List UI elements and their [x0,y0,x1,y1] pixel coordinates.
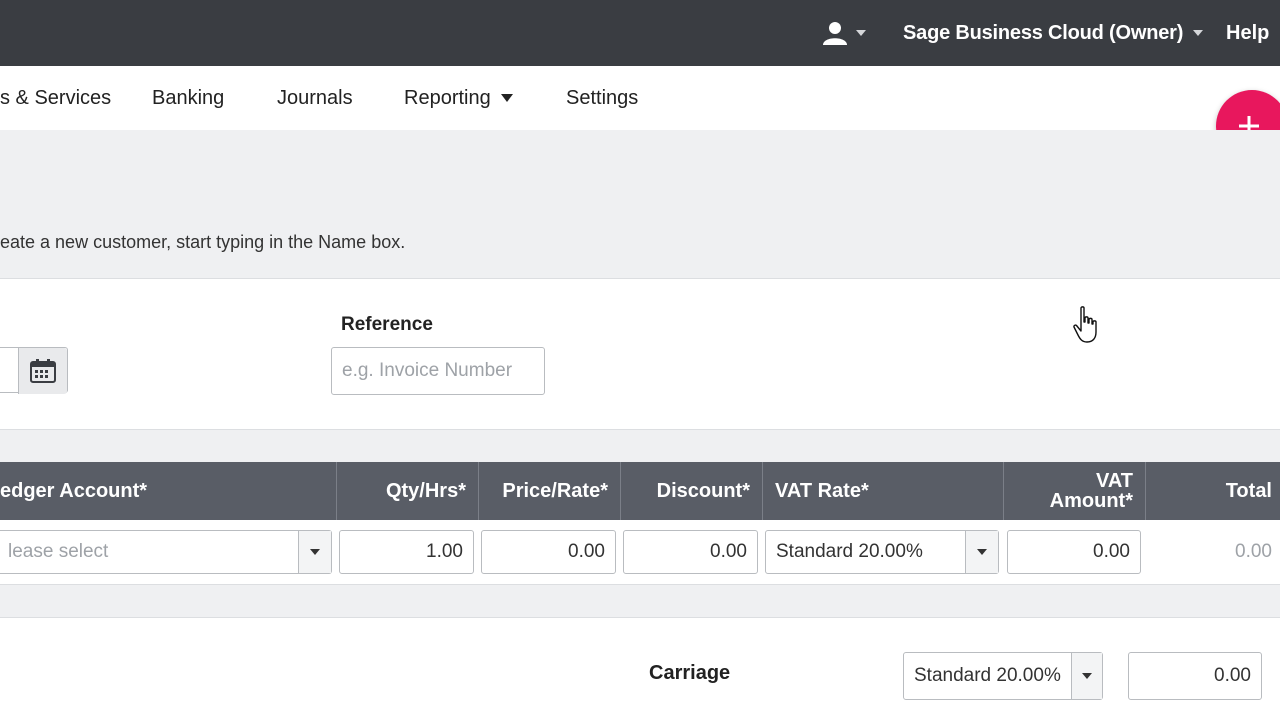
carriage-vat-rate-select[interactable]: Standard 20.00% [903,652,1103,700]
nav-item-reporting[interactable]: Reporting [404,66,513,130]
discount-input[interactable]: 0.00 [623,530,758,574]
line-items-header: edger Account* Qty/Hrs* Price/Rate* Disc… [0,462,1280,520]
price-input[interactable]: 0.00 [481,530,616,574]
chevron-down-icon [1082,673,1092,679]
column-header-vat-rate: VAT Rate* [763,462,1004,520]
vat-amount-input[interactable]: 0.00 [1007,530,1141,574]
vat-rate-dropdown-button[interactable] [965,531,998,573]
carriage-vat-rate-value: Standard 20.00% [914,665,1061,686]
account-label: Sage Business Cloud (Owner) [903,21,1184,44]
main-nav: s & Services Banking Journals Reporting … [0,66,1280,130]
column-header-discount: Discount* [621,462,763,520]
section-divider [0,430,1280,462]
customer-hint-text: eate a new customer, start typing in the… [0,232,406,252]
chevron-down-icon [977,549,987,555]
vat-rate-value: Standard 20.00% [776,541,923,562]
ledger-account-dropdown-button[interactable] [298,531,331,573]
hand-pointer-icon [1073,306,1097,343]
vat-amount-header-line1: VAT [1095,470,1133,492]
carriage-vat-dropdown-button[interactable] [1071,653,1102,699]
nav-item-journals[interactable]: Journals [277,66,353,130]
chevron-down-icon [500,94,513,102]
chevron-down-icon [856,30,866,36]
qty-input[interactable]: 1.00 [339,530,474,574]
chevron-down-icon [310,549,320,555]
column-header-vat-amount: VAT Amount* [1004,462,1146,520]
account-menu[interactable]: Sage Business Cloud (Owner) [903,18,1204,48]
user-icon [823,22,847,45]
nav-item-products-services[interactable]: s & Services [0,66,111,130]
column-header-ledger-account: edger Account* [0,462,337,520]
top-bar: Sage Business Cloud (Owner) Help [0,0,1280,66]
ledger-account-select[interactable]: lease select [0,530,332,574]
column-header-qty: Qty/Hrs* [337,462,479,520]
help-link[interactable]: Help [1226,18,1269,48]
reference-input[interactable] [331,347,545,395]
nav-item-settings[interactable]: Settings [566,66,638,130]
column-header-price: Price/Rate* [479,462,621,520]
vat-amount-header-line2: Amount* [1049,490,1133,512]
section-divider [0,585,1280,618]
column-header-total: Total [1225,479,1272,502]
nav-item-reporting-label: Reporting [404,86,491,109]
line-total-value: 0.00 [1235,541,1272,562]
calendar-icon [30,359,56,383]
reference-label: Reference [341,314,433,335]
ledger-account-placeholder: lease select [8,541,109,562]
header-banner [0,130,1280,279]
date-field[interactable] [0,347,68,394]
nav-item-banking[interactable]: Banking [152,66,224,130]
vat-rate-select[interactable]: Standard 20.00% [765,530,999,574]
chevron-down-icon [1193,30,1204,36]
invoice-details-section [0,279,1280,430]
user-menu[interactable] [822,18,874,48]
carriage-label: Carriage [649,662,731,684]
carriage-amount-input[interactable]: 0.00 [1128,652,1262,700]
date-picker-button[interactable] [18,348,67,394]
